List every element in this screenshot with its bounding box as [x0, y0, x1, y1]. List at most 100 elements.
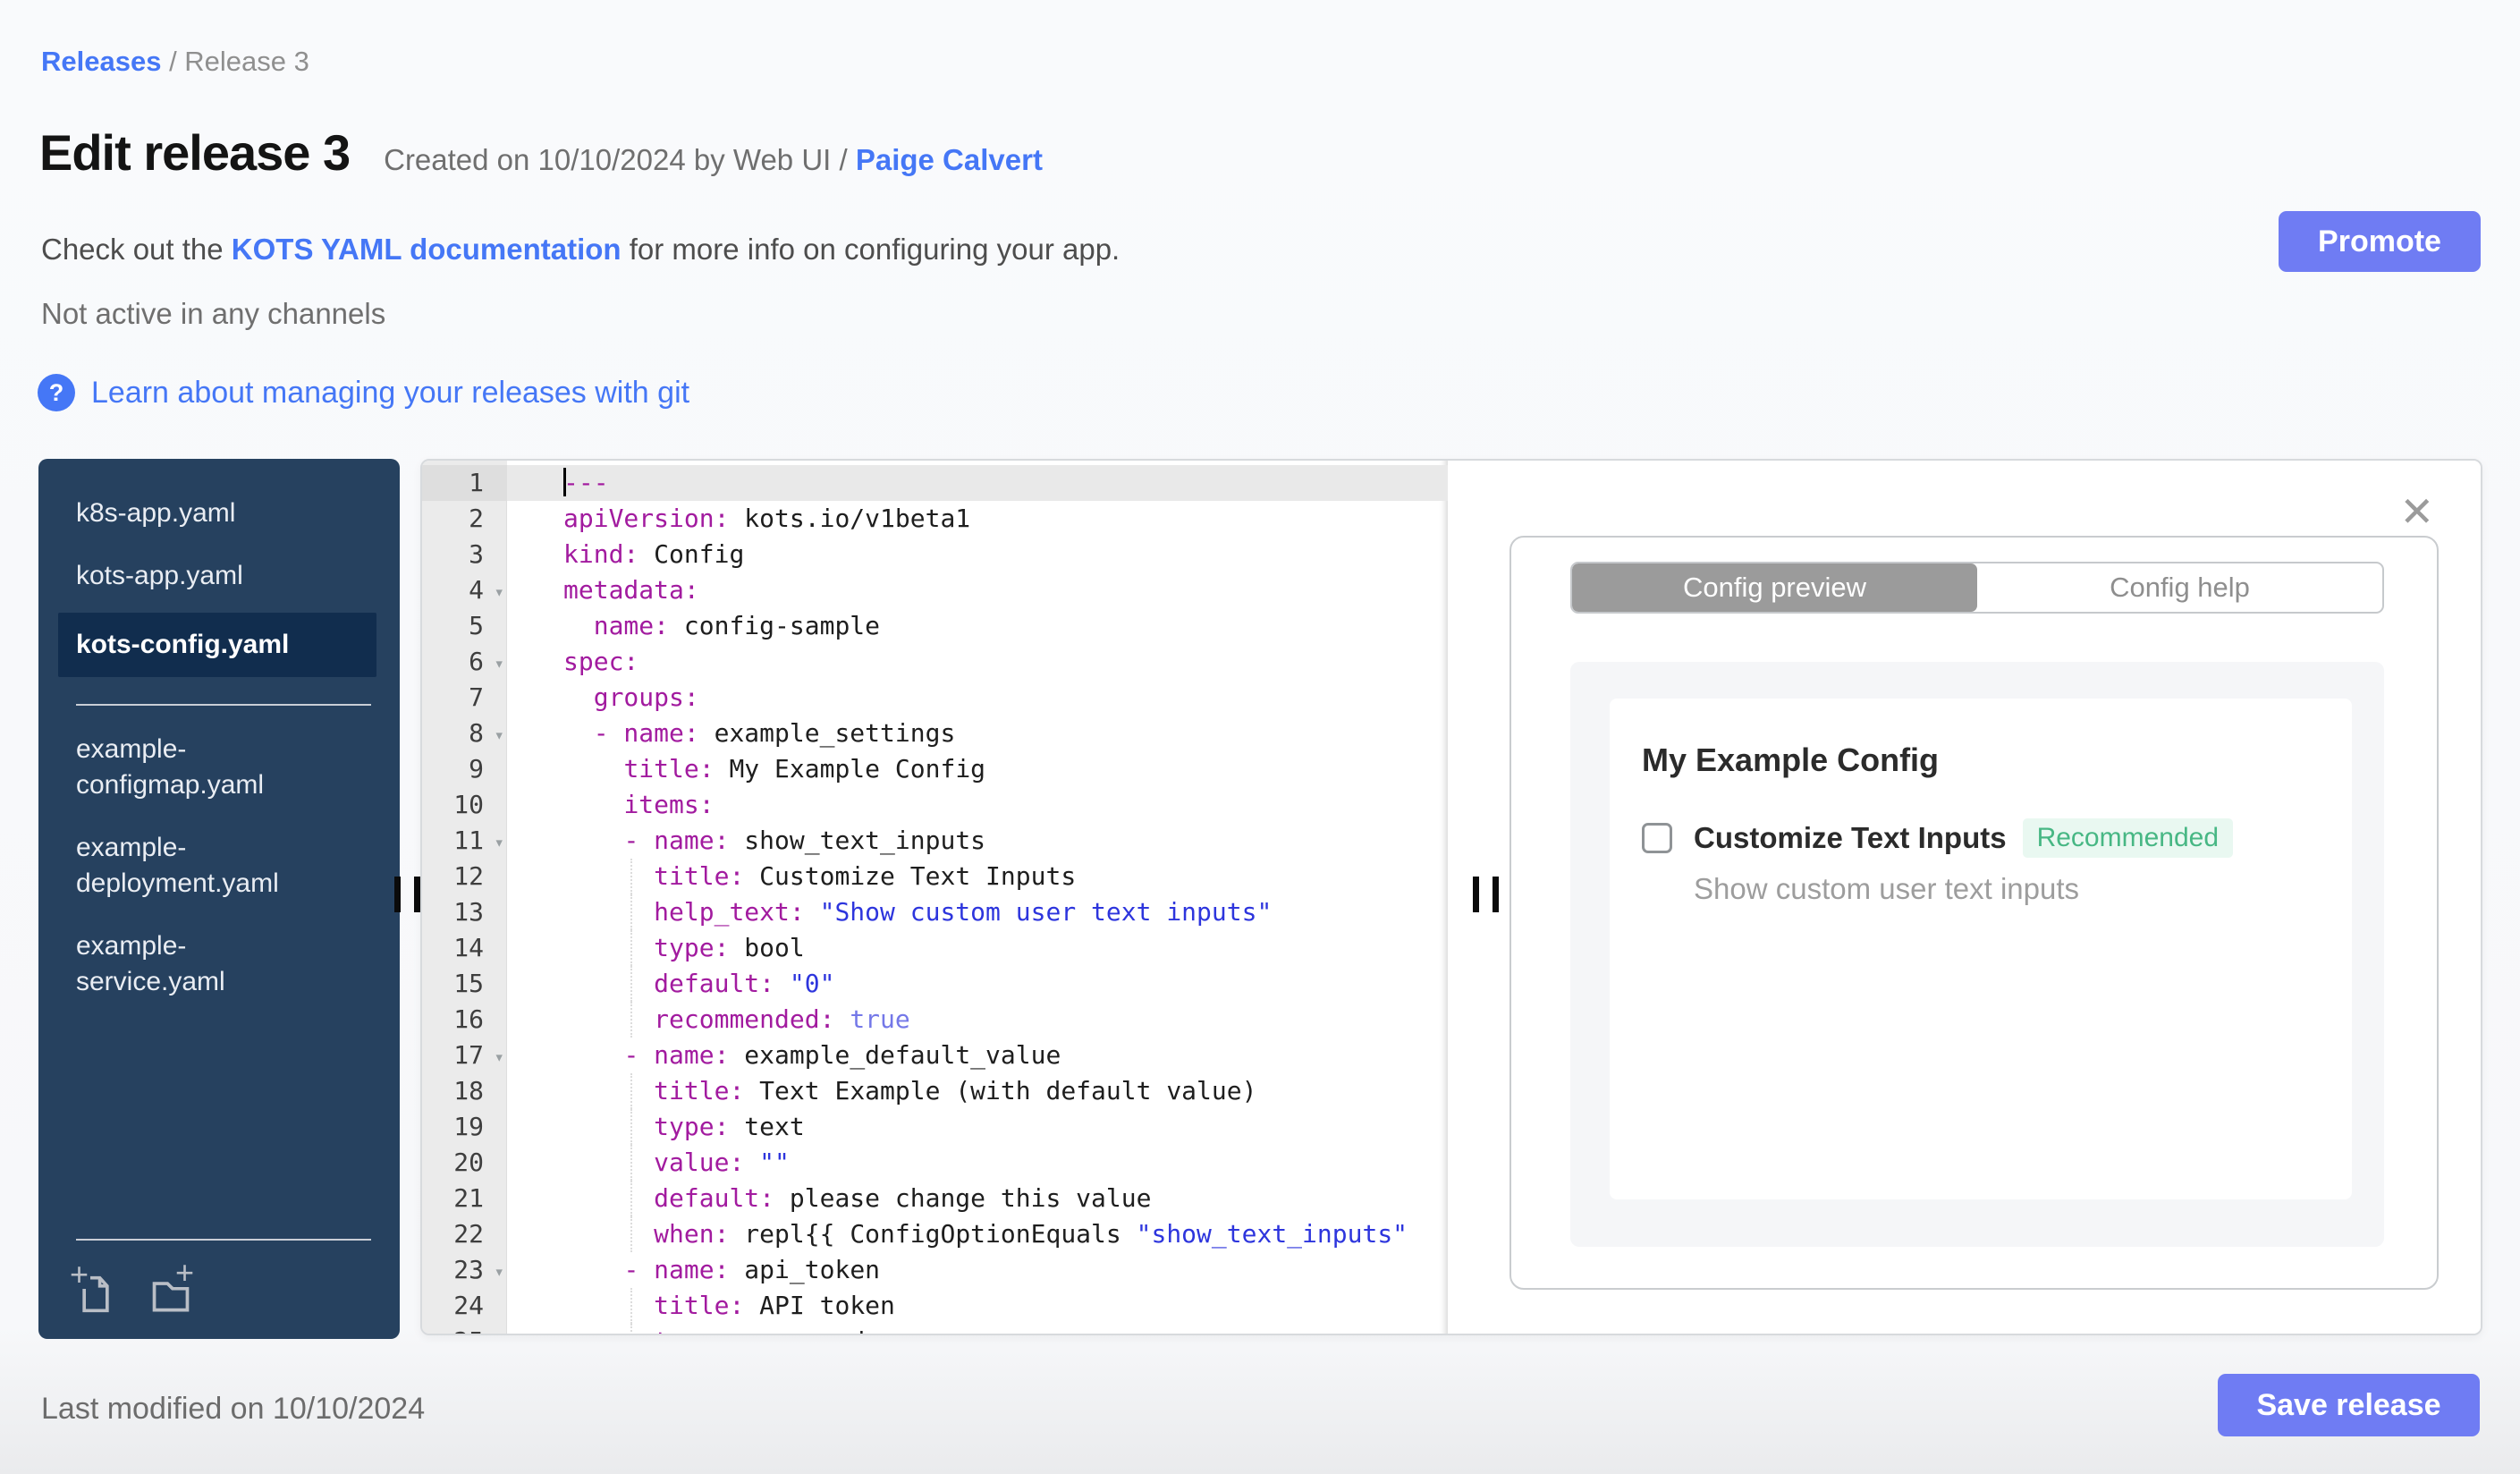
sidebar-item-example-deployment[interactable]: example-deployment.yaml [38, 817, 342, 915]
line-number: 22 [422, 1216, 507, 1252]
editor-line[interactable]: 8 ▾ - name: example_settings [422, 716, 1448, 751]
editor-line[interactable]: 25 type: password [422, 1324, 1448, 1334]
last-modified-text: Last modified on 10/10/2024 [41, 1392, 426, 1426]
code-text: title: Customize Text Inputs [507, 859, 1448, 894]
editor-line[interactable]: 9 title: My Example Config [422, 751, 1448, 787]
code-text: recommended: true [507, 1002, 1448, 1038]
recommended-badge: Recommended [2022, 818, 2234, 858]
sidebar-resize-handle[interactable] [394, 877, 420, 912]
sidebar-item-kots-config[interactable]: kots-config.yaml [58, 613, 376, 677]
line-number: 2 [422, 501, 507, 537]
code-text: when: repl{{ ConfigOptionEquals "show_te… [507, 1216, 1448, 1252]
fold-arrow-icon[interactable]: ▾ [495, 717, 504, 753]
editor-card: 1 --- 2 apiVersion: kots.io/v1beta1 3 kind: C… [420, 459, 2482, 1335]
title-row: Edit release 3 Created on 10/10/2024 by … [39, 123, 1043, 182]
editor-line[interactable]: 19 type: text [422, 1109, 1448, 1145]
code-text: kind: Config [563, 539, 745, 569]
docs-suffix: for more info on configuring your app. [621, 233, 1120, 266]
git-releases-link[interactable]: Learn about managing your releases with … [91, 376, 689, 411]
code-text: title: My Example Config [623, 754, 986, 784]
created-meta: Created on 10/10/2024 by Web UI / Paige … [384, 143, 1043, 177]
config-item-label: Customize Text Inputs [1694, 821, 2007, 854]
fold-arrow-icon[interactable]: ▾ [495, 646, 504, 682]
editor-line[interactable]: 15 default: "0" [422, 966, 1448, 1002]
created-text: Created on 10/10/2024 by Web UI / [384, 143, 856, 176]
text-cursor [563, 468, 566, 496]
fold-arrow-icon[interactable]: ▾ [495, 1254, 504, 1290]
line-number: 16 [422, 1002, 507, 1038]
editor-line[interactable]: 21 default: please change this value [422, 1181, 1448, 1216]
editor-line[interactable]: 11 ▾ - name: show_text_inputs [422, 823, 1448, 859]
fold-arrow-icon[interactable]: ▾ [495, 825, 504, 860]
editor-line[interactable]: 3 kind: Config [422, 537, 1448, 572]
sidebar-item-example-configmap[interactable]: example-configmap.yaml [38, 718, 342, 817]
line-number: 13 [422, 894, 507, 930]
editor-line[interactable]: 2 apiVersion: kots.io/v1beta1 [422, 501, 1448, 537]
editor-line[interactable]: 17 ▾ - name: example_default_value [422, 1038, 1448, 1073]
sidebar-item-example-service[interactable]: example-service.yaml [38, 915, 342, 1013]
editor-line[interactable]: 24 title: API token [422, 1288, 1448, 1324]
preview-inset: My Example Config Customize Text Inputs … [1570, 662, 2384, 1247]
sidebar-item-k8s-app[interactable]: k8s-app.yaml [38, 482, 342, 545]
editor-line[interactable]: 6 ▾ spec: [422, 644, 1448, 680]
editor-line[interactable]: 4 ▾ metadata: [422, 572, 1448, 608]
created-by-link[interactable]: Paige Calvert [856, 143, 1043, 176]
code-text: default: please change this value [507, 1181, 1448, 1216]
editor-line[interactable]: 18 title: Text Example (with default val… [422, 1073, 1448, 1109]
editor-line[interactable]: 1 --- [422, 465, 1448, 501]
add-file-icon[interactable]: + [68, 1258, 119, 1316]
code-text: type: text [507, 1109, 1448, 1145]
editor-lines[interactable]: 1 --- 2 apiVersion: kots.io/v1beta1 3 kind: C… [422, 461, 1448, 1334]
line-number: 7 [422, 680, 507, 716]
fold-arrow-icon[interactable]: ▾ [495, 574, 504, 610]
editor-resize-handle[interactable] [1473, 877, 1499, 912]
editor-line[interactable]: 13 help_text: "Show custom user text inp… [422, 894, 1448, 930]
config-item-row: Customize Text Inputs Recommended [1642, 818, 2320, 858]
line-number: 1 [422, 465, 507, 501]
add-folder-icon[interactable]: + [149, 1257, 196, 1316]
fold-arrow-icon[interactable]: ▾ [495, 1039, 504, 1075]
config-preview-zone: ✕ Config preview Config help My Example … [1448, 461, 2481, 1334]
line-number: 4 ▾ [422, 572, 507, 608]
tab-config-preview[interactable]: Config preview [1572, 563, 1977, 612]
editor-line[interactable]: 16 recommended: true [422, 1002, 1448, 1038]
sidebar-divider [76, 704, 371, 706]
line-number: 23 ▾ [422, 1252, 507, 1288]
code-text: name: config-sample [593, 611, 881, 640]
code-text: - name: show_text_inputs [623, 826, 986, 855]
line-number: 20 [422, 1145, 507, 1181]
line-number: 5 [422, 608, 507, 644]
kots-yaml-docs-link[interactable]: KOTS YAML documentation [232, 233, 622, 266]
breadcrumb-releases-link[interactable]: Releases [41, 46, 161, 77]
close-icon[interactable]: ✕ [2399, 491, 2434, 532]
editor-line[interactable]: 23 ▾ - name: api_token [422, 1252, 1448, 1288]
editor-line[interactable]: 5 name: config-sample [422, 608, 1448, 644]
editor-line[interactable]: 10 items: [422, 787, 1448, 823]
line-number: 25 [422, 1324, 507, 1334]
sidebar-footer: + + [38, 1217, 400, 1339]
breadcrumb-separator: / [161, 46, 185, 77]
promote-button[interactable]: Promote [2279, 211, 2481, 272]
line-number: 3 [422, 537, 507, 572]
line-number: 14 [422, 930, 507, 966]
sidebar-item-kots-app[interactable]: kots-app.yaml [38, 545, 342, 607]
preview-tab-group: Config preview Config help [1570, 562, 2384, 614]
file-sidebar: k8s-app.yaml kots-app.yaml kots-config.y… [38, 459, 400, 1339]
editor-line[interactable]: 22 when: repl{{ ConfigOptionEquals "show… [422, 1216, 1448, 1252]
line-number: 15 [422, 966, 507, 1002]
customize-text-inputs-checkbox[interactable] [1642, 823, 1672, 853]
code-text: --- [563, 468, 609, 497]
editor-line[interactable]: 7 groups: [422, 680, 1448, 716]
editor-line[interactable]: 20 value: "" [422, 1145, 1448, 1181]
tab-config-help[interactable]: Config help [1977, 563, 2382, 612]
code-text: spec: [563, 647, 639, 676]
line-number: 12 [422, 859, 507, 894]
question-circle-icon: ? [38, 374, 75, 411]
save-release-button[interactable]: Save release [2218, 1374, 2480, 1436]
editor-line[interactable]: 12 title: Customize Text Inputs [422, 859, 1448, 894]
line-number: 21 [422, 1181, 507, 1216]
editor-line[interactable]: 14 type: bool [422, 930, 1448, 966]
config-group-title: My Example Config [1642, 741, 1940, 778]
config-item-help-text: Show custom user text inputs [1694, 872, 2080, 905]
git-help-line: ? Learn about managing your releases wit… [38, 374, 689, 411]
